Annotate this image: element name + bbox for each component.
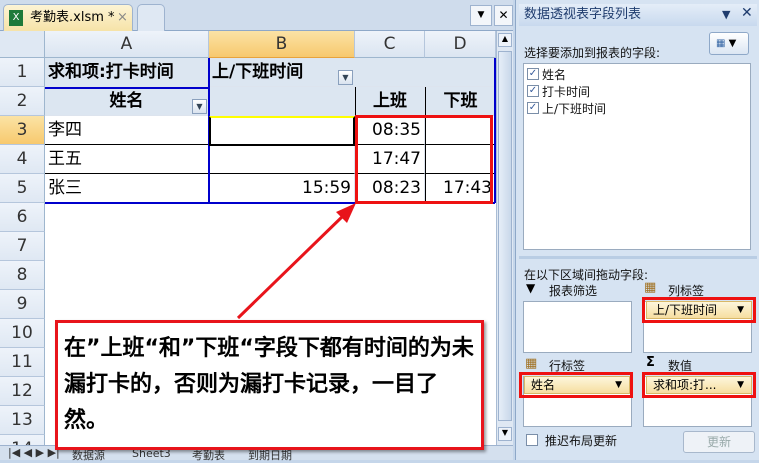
chip-label: 姓名 [531, 378, 556, 392]
field-list: ✓ 姓名 ✓ 打卡时间 ✓ 上/下班时间 [523, 63, 751, 250]
value-field-chip[interactable]: 求和项:打... ▼ [646, 376, 752, 394]
column-labels-icon: ▦ [644, 280, 657, 295]
row-field-chip[interactable]: 姓名 ▼ [524, 376, 630, 394]
filter-icon: ▼ [526, 281, 536, 295]
update-button[interactable]: 更新 [683, 431, 755, 453]
field-label: 姓名 [542, 68, 567, 82]
field-layout-icon: ▦ [716, 38, 726, 49]
row-labels-icon: ▦ [525, 356, 538, 371]
report-filter-label: 报表筛选 [549, 284, 598, 298]
checkbox-checked-icon[interactable]: ✓ [527, 102, 539, 114]
report-filter-area[interactable] [523, 301, 632, 353]
defer-update-label: 推迟布局更新 [545, 434, 618, 448]
field-label: 上/下班时间 [542, 102, 607, 116]
chip-label: 求和项:打... [653, 378, 717, 392]
choose-fields-label: 选择要添加到报表的字段: [524, 46, 661, 60]
panel-close-icon[interactable]: ✕ [741, 5, 753, 21]
checkbox-checked-icon[interactable]: ✓ [527, 85, 539, 97]
chip-label: 上/下班时间 [653, 303, 718, 317]
layout-options-button[interactable]: ▦ ▼ [709, 32, 749, 55]
chevron-down-icon: ▼ [615, 380, 622, 390]
column-field-chip[interactable]: 上/下班时间 ▼ [646, 301, 752, 319]
chevron-down-icon: ▼ [737, 305, 744, 315]
checkbox-checked-icon[interactable]: ✓ [527, 68, 539, 80]
chevron-down-icon: ▼ [737, 380, 744, 390]
panel-splitter[interactable] [519, 256, 757, 259]
pivot-field-list-panel: 数据透视表字段列表 ▼ ✕ ▦ ▼ 选择要添加到报表的字段: ✓ 姓名 ✓ 打卡时间 ✓… [515, 0, 759, 460]
sigma-icon: Σ [646, 355, 655, 370]
drag-fields-label: 在以下区域间拖动字段: [524, 268, 649, 282]
panel-menu-icon[interactable]: ▼ [722, 8, 730, 21]
field-label: 打卡时间 [542, 85, 591, 99]
defer-update-checkbox[interactable] [526, 434, 538, 446]
annotation-callout: 在”上班“和”下班“字段下都有时间的为未漏打卡的，否则为漏打卡记录，一目了然。 [55, 320, 484, 450]
